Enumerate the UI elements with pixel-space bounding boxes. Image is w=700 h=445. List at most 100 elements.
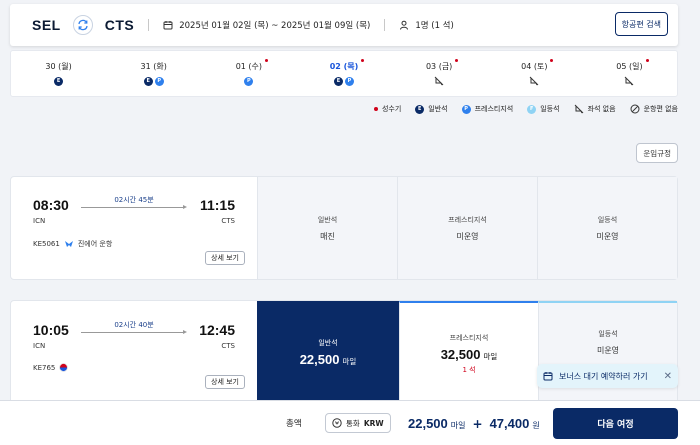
no-seat-icon — [625, 76, 634, 86]
prestige-badge-icon: P — [154, 76, 164, 86]
date-option[interactable]: 03 (금) — [392, 51, 487, 96]
legend-prestige: P 프레스티지석 — [461, 104, 513, 114]
arrival-time: 12:45 — [199, 322, 235, 338]
cabin-economy: 일반석 매진 — [257, 177, 397, 279]
passenger-field[interactable]: 1명 (1 석) — [399, 19, 454, 31]
no-flight-icon — [630, 104, 640, 114]
economy-badge-icon: E — [54, 76, 64, 86]
economy-badge-icon: E — [333, 76, 343, 86]
peak-dot-icon — [265, 59, 269, 62]
fare-rule-button[interactable]: 운임규정 — [636, 143, 678, 163]
flight-number: KE765 — [33, 363, 69, 372]
bottom-bar: 총액 통화 KRW 22,500 마일 + 47,400 원 다음 여정 — [0, 400, 700, 445]
cabin-status: 미운영 — [456, 231, 479, 241]
flight-card: 08:30 ICN 11:15 CTS 02시간 45분 KE5061 진에어 … — [10, 176, 678, 280]
arrival-airport: CTS — [221, 217, 235, 225]
peak-dot-icon — [373, 107, 378, 111]
date-field[interactable]: 2025년 01월 02일 (목) ~ 2025년 01월 09일 (목) — [163, 19, 370, 31]
flight-card: 10:05 ICN 12:45 CTS 02시간 40분 KE765 상세 보기… — [10, 300, 678, 405]
peak-dot-icon — [361, 59, 365, 62]
no-seat-icon — [529, 76, 539, 86]
cabin-first: 일등석 미운영 — [537, 177, 677, 279]
duration-arrow-icon — [81, 205, 187, 209]
date-label: 02 (목) — [330, 59, 365, 72]
cabin-first: 일등석 미운영 — [538, 301, 677, 404]
route-selector[interactable]: SEL CTS — [10, 15, 134, 35]
economy-badge-icon: E — [415, 104, 425, 114]
calendar-icon — [543, 372, 553, 381]
search-bar: SEL CTS 2025년 01월 02일 (목) ~ 2025년 01월 09… — [10, 4, 678, 46]
passenger-count: 1명 (1 석) — [415, 21, 454, 31]
arrival-airport: CTS — [221, 342, 235, 350]
date-option[interactable]: 05 (일) — [582, 51, 677, 96]
korean-air-logo-icon — [59, 363, 69, 372]
availability-badges — [434, 76, 444, 86]
legend-first: F 일등석 — [527, 104, 560, 114]
economy-badge-icon: E — [143, 76, 153, 86]
no-seat-icon — [574, 104, 583, 114]
departure-time: 08:30 — [33, 197, 69, 213]
destination-airport[interactable]: CTS — [105, 17, 135, 33]
detail-button[interactable]: 상세 보기 — [205, 375, 245, 389]
person-icon — [400, 20, 409, 30]
departure-time: 10:05 — [33, 322, 69, 338]
date-label: 03 (금) — [426, 59, 459, 72]
date-option[interactable]: 04 (토) — [487, 51, 582, 96]
flight-number: KE5061 진에어 운항 — [33, 240, 113, 248]
departure-airport: ICN — [33, 342, 46, 350]
availability-badges: EP — [333, 76, 354, 86]
legend: 성수기 E 일반석 P 프레스티지석 F 일등석 좌석 없음 운항편 없음 — [373, 104, 678, 114]
swap-icon[interactable] — [72, 15, 93, 35]
origin-airport[interactable]: SEL — [32, 17, 61, 33]
date-option[interactable]: 02 (목) E P — [296, 51, 391, 96]
flight-info: 08:30 ICN 11:15 CTS 02시간 45분 KE5061 진에어 … — [11, 177, 257, 279]
departure-airport: ICN — [33, 217, 46, 225]
next-journey-button[interactable]: 다음 여정 — [553, 408, 678, 439]
date-option[interactable]: 31 (화) E P — [106, 51, 201, 96]
flight-search-button[interactable]: 항공편 검색 — [614, 12, 668, 36]
divider — [384, 19, 386, 31]
legend-no-seat: 좌석 없음 — [574, 104, 616, 114]
date-label: 31 (화) — [140, 62, 167, 71]
close-icon[interactable]: ✕ — [664, 371, 672, 382]
cabin-economy[interactable]: 일반석 22,500 마일 — [257, 301, 399, 404]
date-label: 04 (토) — [521, 59, 554, 72]
currency-icon — [332, 418, 342, 428]
cabin-status: 미운영 — [596, 346, 620, 355]
prestige-badge-icon: P — [461, 104, 471, 114]
bonus-waitlist-toast[interactable]: 보너스 대기 예약하러 가기 ✕ — [537, 364, 678, 388]
date-option[interactable]: 30 (월) E — [11, 51, 106, 96]
date-label: 01 (수) — [236, 59, 269, 72]
date-option[interactable]: 01 (수) P — [201, 51, 296, 96]
currency-button[interactable]: 통화 KRW — [325, 413, 391, 433]
legend-no-flight: 운항편 없음 — [630, 104, 678, 114]
peak-dot-icon — [550, 59, 554, 62]
jinair-logo-icon — [64, 241, 73, 247]
total-price: 22,500 마일 + 47,400 원 — [408, 415, 540, 431]
flight-duration: 02시간 45분 — [114, 196, 154, 204]
first-badge-icon: F — [527, 104, 537, 114]
bonus-toast-label: 보너스 대기 예약하러 가기 — [559, 371, 648, 381]
legend-economy: E 일반석 — [415, 104, 448, 114]
prestige-badge-icon: P — [344, 76, 354, 86]
availability-badges: P — [244, 76, 254, 86]
peak-dot-icon — [455, 59, 459, 62]
availability-badges: EP — [143, 76, 164, 86]
date-range: 2025년 01월 02일 (목) ~ 2025년 01월 09일 (목) — [179, 21, 371, 31]
seats-left: 1 석 — [462, 365, 476, 374]
prestige-badge-icon: P — [244, 76, 254, 86]
legend-peak: 성수기 — [373, 104, 401, 114]
detail-button[interactable]: 상세 보기 — [205, 251, 245, 265]
cabin-status: 매진 — [320, 231, 335, 241]
date-label: 05 (일) — [616, 59, 649, 72]
no-seat-icon — [434, 76, 444, 86]
divider — [148, 19, 150, 31]
flight-duration: 02시간 40분 — [114, 321, 154, 329]
cabin-prestige: 프레스티지석 미운영 — [397, 177, 537, 279]
cabin-price: 22,500 마일 — [299, 352, 357, 367]
availability-badges: E — [54, 76, 64, 86]
duration-arrow-icon — [81, 330, 187, 334]
flight-info: 10:05 ICN 12:45 CTS 02시간 40분 KE765 상세 보기 — [11, 301, 257, 404]
cabin-prestige[interactable]: 프레스티지석 32,500 마일 1 석 — [399, 301, 538, 404]
calendar-icon — [163, 21, 173, 30]
